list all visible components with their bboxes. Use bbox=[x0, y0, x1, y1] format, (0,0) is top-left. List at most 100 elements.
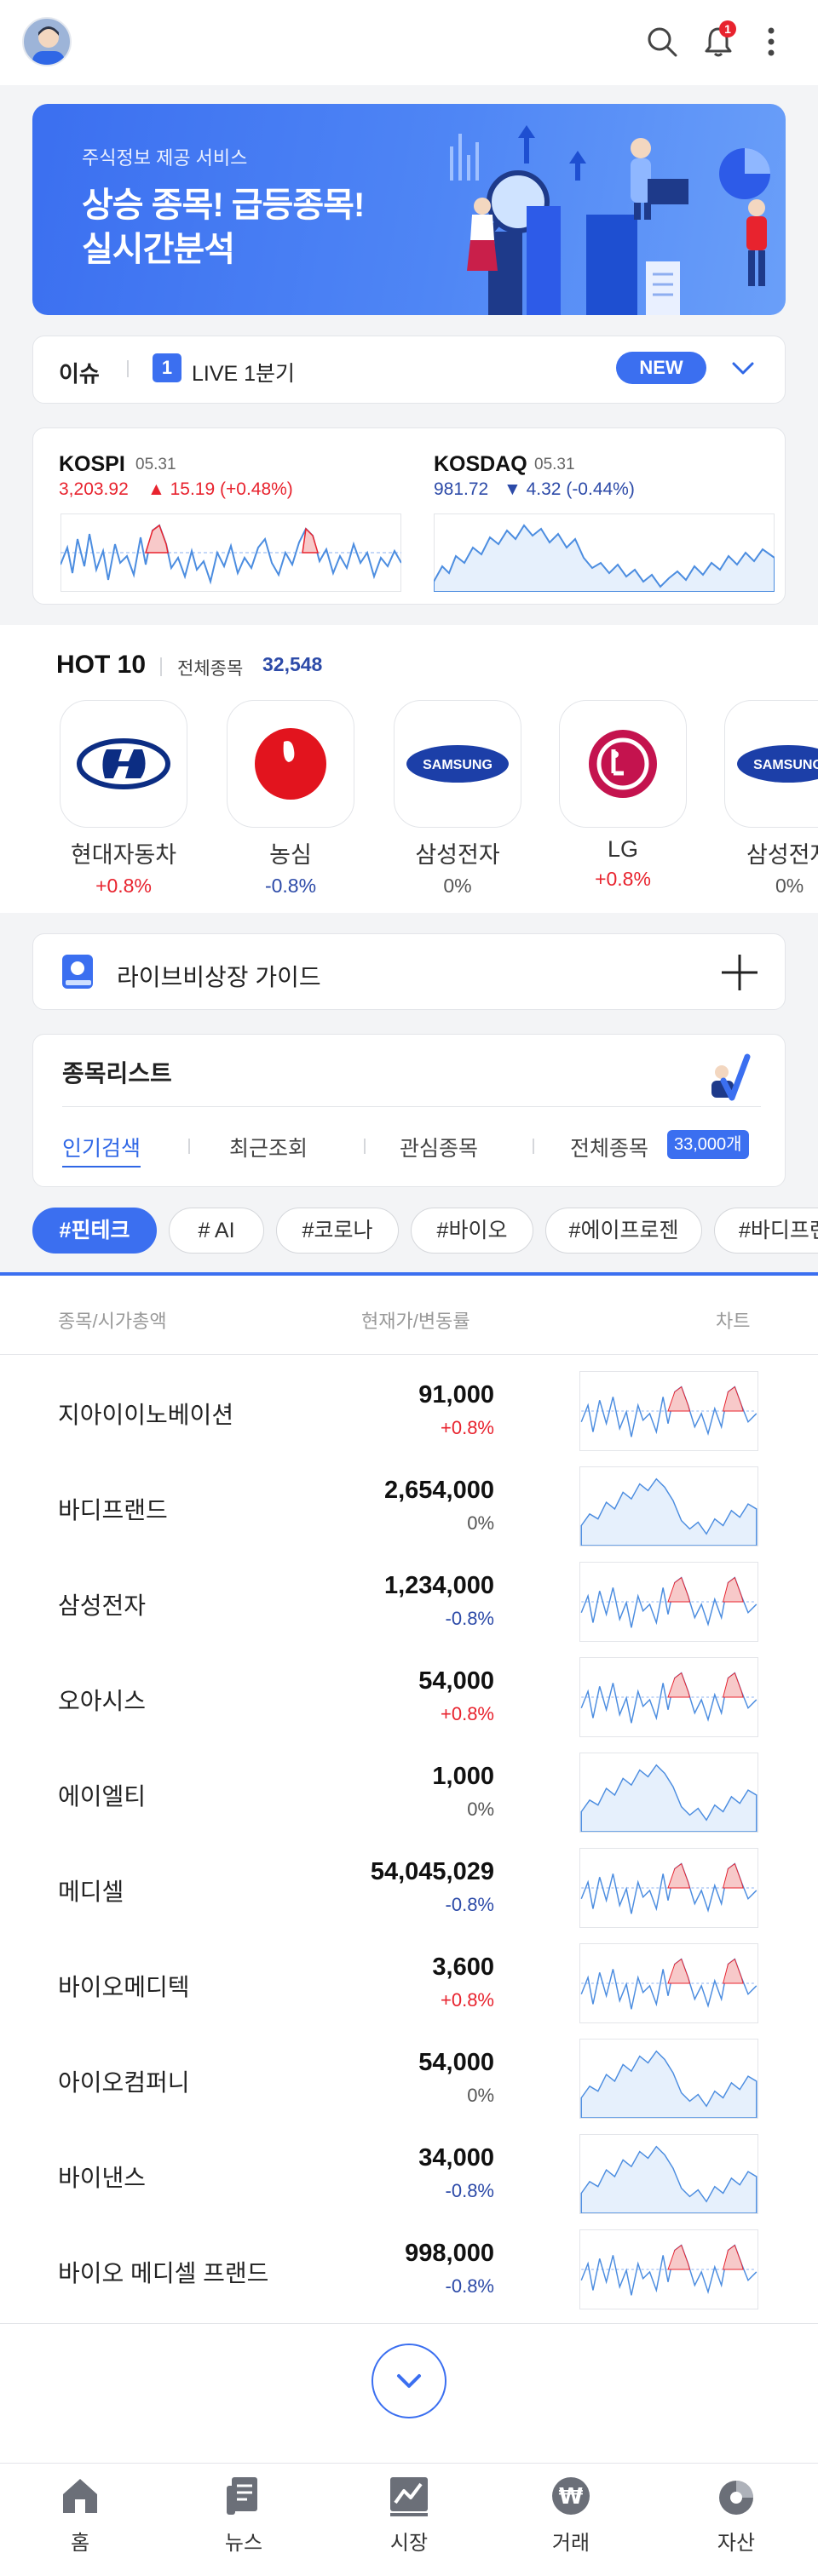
hot-item-samsung[interactable]: SAMSUNG 삼성전자 0% bbox=[724, 700, 818, 898]
table-row[interactable]: 오아시스 54,000 +0.8% bbox=[0, 1647, 818, 1742]
stock-price: 91,000 bbox=[418, 1381, 494, 1408]
hot10-all-label: 전체종목 bbox=[177, 659, 244, 679]
index-change: ▼ 4.32 (-0.44%) bbox=[504, 479, 635, 499]
mini-chart bbox=[579, 1466, 758, 1546]
avatar[interactable] bbox=[22, 17, 72, 66]
hashtag-chip[interactable]: #바이오 bbox=[411, 1208, 533, 1254]
hot-item-change: +0.8% bbox=[595, 868, 651, 890]
stock-change: +0.8% bbox=[441, 1989, 494, 2011]
issue-text: LIVE 1분기 bbox=[192, 362, 296, 386]
load-more-button[interactable] bbox=[372, 2344, 446, 2418]
index-value: 3,203.92 bbox=[59, 479, 129, 499]
chevron-down-icon bbox=[397, 2374, 421, 2388]
table-row[interactable]: 바이오메디텍 3,600 +0.8% bbox=[0, 1933, 818, 2028]
samsung-logo: SAMSUNG bbox=[394, 700, 521, 828]
issue-bar[interactable]: 이슈 1 LIVE 1분기 NEW bbox=[32, 336, 786, 404]
hashtag-chip[interactable]: # AI bbox=[169, 1208, 264, 1254]
divider bbox=[188, 1139, 190, 1154]
stock-change: 0% bbox=[467, 1512, 494, 1534]
nongshim-logo bbox=[227, 700, 354, 828]
tab-all-stocks[interactable]: 전체종목 bbox=[570, 1132, 648, 1162]
index-date: 05.31 bbox=[534, 456, 575, 473]
nav-label: 자산 bbox=[717, 2532, 756, 2555]
stock-price: 3,600 bbox=[432, 1954, 494, 1981]
hot-item-name: LG bbox=[607, 836, 639, 862]
mini-chart bbox=[579, 1848, 758, 1928]
stock-list-title: 종목리스트 bbox=[62, 1060, 172, 1087]
hashtag-chip[interactable]: #에이프로젠 bbox=[545, 1208, 702, 1254]
plus-icon[interactable] bbox=[720, 953, 759, 996]
mini-chart bbox=[579, 2229, 758, 2309]
stock-change: -0.8% bbox=[445, 2275, 494, 2297]
mini-chart bbox=[579, 2134, 758, 2214]
hot-item-name: 농심 bbox=[269, 842, 312, 868]
hot10-count: 32,548 bbox=[262, 653, 323, 675]
samsung-logo: SAMSUNG bbox=[724, 700, 818, 828]
total-count-badge: 33,000개 bbox=[667, 1130, 749, 1159]
hashtag-chip[interactable]: #코로나 bbox=[276, 1208, 399, 1254]
index-name: KOSDAQ bbox=[434, 452, 527, 476]
guide-book-icon bbox=[57, 951, 100, 998]
stock-name: 오아시스 bbox=[58, 1688, 147, 1714]
hashtag-chip[interactable]: #바디프랜드 bbox=[714, 1208, 818, 1254]
nav-assets[interactable]: 자산 bbox=[685, 2474, 787, 2556]
nav-news[interactable]: 뉴스 bbox=[193, 2474, 295, 2556]
banner-subtitle: 주식정보 제공 서비스 bbox=[82, 147, 248, 169]
guide-card[interactable]: 라이브비상장 가이드 bbox=[32, 933, 786, 1010]
chevron-down-icon[interactable] bbox=[730, 359, 756, 383]
table-row[interactable]: 바이오 메디셀 프랜드 998,000 -0.8% bbox=[0, 2219, 818, 2315]
table-row[interactable]: 메디셀 54,045,029 -0.8% bbox=[0, 1838, 818, 1933]
table-row[interactable]: 바디프랜드 2,654,000 0% bbox=[0, 1456, 818, 1552]
stock-name: 지아이이노베이션 bbox=[58, 1402, 234, 1428]
market-index-card: KOSPI 05.31 3,203.92 ▲ 15.19 (+0.48%) KO… bbox=[32, 427, 786, 605]
stock-name: 바이오메디텍 bbox=[58, 1974, 190, 2000]
column-header-chart: 차트 bbox=[716, 1311, 751, 1332]
nav-label: 거래 bbox=[551, 2532, 590, 2555]
table-row[interactable]: 에이엘티 1,000 0% bbox=[0, 1742, 818, 1838]
nav-home[interactable]: 홈 bbox=[29, 2474, 131, 2556]
table-row[interactable]: 아이오컴퍼니 54,000 0% bbox=[0, 2028, 818, 2124]
hot-item-change: 0% bbox=[443, 875, 472, 897]
table-row[interactable]: 지아이이노베이션 91,000 +0.8% bbox=[0, 1361, 818, 1456]
hot-item-name: 현대자동차 bbox=[70, 842, 177, 868]
tab-watchlist[interactable]: 관심종목 bbox=[400, 1132, 478, 1162]
tab-popular-search[interactable]: 인기검색 bbox=[62, 1132, 141, 1168]
issue-number-badge: 1 bbox=[153, 353, 181, 382]
more-vertical-icon[interactable] bbox=[750, 19, 792, 65]
hot-item-samsung[interactable]: SAMSUNG 삼성전자 0% bbox=[394, 700, 521, 898]
table-row[interactable]: 삼성전자 1,234,000 -0.8% bbox=[0, 1552, 818, 1647]
stock-list-card: 종목리스트 인기검색 최근조회 관심종목 전체종목 33,000개 bbox=[32, 1034, 786, 1187]
notification-bell-icon[interactable]: 1 bbox=[695, 19, 741, 65]
stock-price: 2,654,000 bbox=[383, 1477, 494, 1504]
hot-item-name: 삼성전자 bbox=[415, 842, 500, 868]
app-header: 1 bbox=[0, 0, 818, 85]
nav-trade[interactable]: ₩ 거래 bbox=[520, 2474, 622, 2556]
search-icon[interactable] bbox=[639, 19, 685, 65]
hot10-title: HOT 10 bbox=[56, 651, 147, 679]
stock-name: 메디셀 bbox=[58, 1879, 124, 1905]
hot-item-name: 삼성전자 bbox=[746, 842, 818, 868]
divider bbox=[160, 657, 162, 676]
svg-text:₩: ₩ bbox=[559, 2484, 584, 2510]
stock-price: 34,000 bbox=[418, 2144, 494, 2172]
stock-price: 54,045,029 bbox=[370, 1858, 494, 1885]
hot-item-change: 0% bbox=[775, 875, 804, 897]
tab-recent[interactable]: 최근조회 bbox=[229, 1132, 308, 1162]
index-change: ▲ 15.19 (+0.48%) bbox=[147, 479, 293, 499]
mini-chart bbox=[579, 1562, 758, 1642]
lg-logo bbox=[559, 700, 687, 828]
hot-item-hyundai[interactable]: 현대자동차 +0.8% bbox=[60, 700, 187, 898]
hot-item-lg[interactable]: LG +0.8% bbox=[559, 700, 687, 891]
hashtag-chip[interactable]: #핀테크 bbox=[32, 1208, 157, 1254]
svg-text:SAMSUNG: SAMSUNG bbox=[753, 758, 818, 772]
nav-market[interactable]: 시장 bbox=[358, 2474, 460, 2556]
nav-label: 시장 bbox=[389, 2532, 429, 2555]
hot-item-nongshim[interactable]: 농심 -0.8% bbox=[227, 700, 354, 898]
stock-price: 1,234,000 bbox=[383, 1572, 494, 1599]
hot-item-change: -0.8% bbox=[264, 875, 317, 897]
promo-banner[interactable]: 주식정보 제공 서비스 상승 종목! 급등종목! 실시간분석 bbox=[32, 104, 786, 315]
table-row[interactable]: 바이낸스 34,000 -0.8% bbox=[0, 2124, 818, 2219]
nav-label: 홈 bbox=[70, 2532, 90, 2555]
divider bbox=[533, 1139, 534, 1154]
stock-change: -0.8% bbox=[445, 1894, 494, 1915]
